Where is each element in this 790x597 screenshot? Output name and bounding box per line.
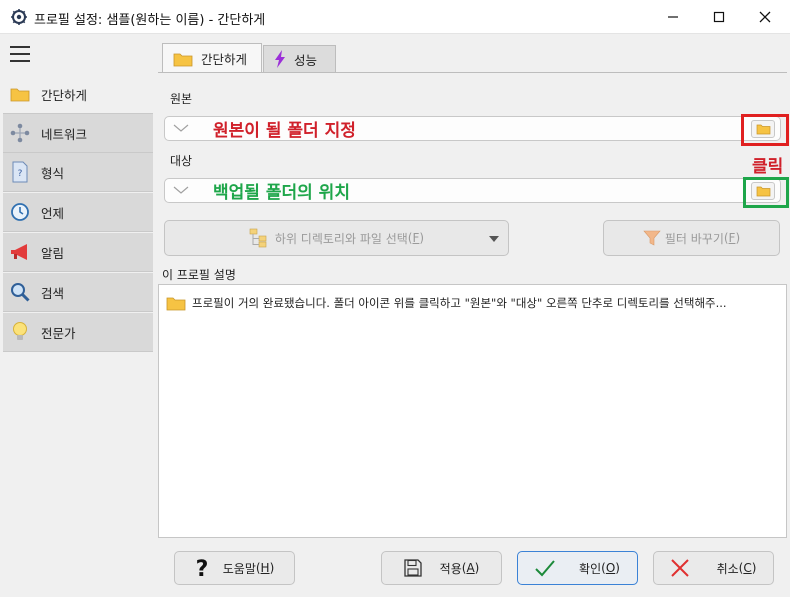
filter-icon — [643, 229, 661, 247]
apply-button[interactable]: 적용(A) — [381, 551, 502, 585]
close-icon — [759, 11, 771, 23]
tab-performance[interactable]: 성능 — [263, 45, 336, 72]
sidebar-item-label: 알림 — [41, 245, 65, 261]
help-label: 도움말 — [222, 561, 256, 576]
sidebar-item-label: 전문가 — [41, 325, 76, 341]
svg-text:?: ? — [18, 169, 23, 179]
help-mnemonic: H — [260, 561, 270, 575]
question-file-icon: ? — [9, 161, 31, 183]
minimize-icon — [668, 16, 678, 18]
help-button[interactable]: ? 도움말(H) — [174, 551, 295, 585]
dropdown-arrow-icon — [489, 236, 499, 242]
apply-mnemonic: A — [466, 561, 475, 575]
target-highlight-box — [743, 177, 789, 208]
click-annotation: 클릭 — [752, 157, 784, 177]
sidebar-item-label: 언제 — [41, 205, 65, 221]
magnifier-icon — [9, 281, 31, 303]
change-filter-mnemonic: F — [728, 231, 736, 245]
lightning-icon — [274, 50, 286, 68]
close-button[interactable] — [742, 0, 788, 34]
window-title: 프로필 설정: 샘플(원하는 이름) - 간단하게 — [34, 13, 266, 28]
lightbulb-icon — [9, 321, 31, 343]
maximize-button[interactable] — [696, 0, 742, 34]
minimize-button[interactable] — [650, 0, 696, 34]
source-combobox[interactable]: 원본이 될 폴더 지정 — [164, 116, 781, 141]
maximize-icon — [713, 11, 725, 23]
description-text: 프로필이 거의 완료됐습니다. 폴더 아이콘 위를 클릭하고 "원본"와 "대상… — [192, 296, 727, 310]
change-filter-label: 필터 바꾸기 — [664, 231, 724, 246]
ok-label: 확인 — [579, 561, 602, 576]
chevron-down-icon — [173, 186, 189, 194]
title-bar: 프로필 설정: 샘플(원하는 이름) - 간단하게 — [0, 0, 790, 34]
hamburger-menu-icon[interactable] — [10, 46, 30, 62]
target-annotation: 백업될 폴더의 위치 — [213, 183, 350, 203]
sidebar-item-network[interactable]: 네트워크 — [3, 114, 153, 153]
target-label: 대상 — [170, 154, 193, 168]
folder-icon — [173, 51, 193, 67]
select-subdirectories-button[interactable]: 하위 디렉토리와 파일 선택(F) — [164, 220, 509, 256]
cancel-label: 취소 — [716, 561, 739, 576]
folder-icon — [9, 83, 31, 105]
source-annotation: 원본이 될 폴더 지정 — [213, 121, 356, 141]
tab-simple[interactable]: 간단하게 — [162, 43, 262, 73]
checkmark-icon — [535, 559, 555, 577]
megaphone-icon — [9, 241, 31, 263]
sidebar-item-when[interactable]: 언제 — [3, 193, 153, 232]
sidebar-item-label: 검색 — [41, 285, 65, 301]
sidebar-item-label: 형식 — [41, 165, 65, 181]
ok-button[interactable]: 확인(O) — [517, 551, 638, 585]
source-label: 원본 — [170, 92, 193, 106]
source-highlight-box — [741, 114, 789, 146]
tab-label: 성능 — [294, 52, 318, 68]
svg-text:?: ? — [195, 557, 208, 580]
sidebar-item-format[interactable]: ? 형식 — [3, 153, 153, 192]
target-combobox[interactable]: 백업될 폴더의 위치 — [164, 178, 781, 203]
select-subdirectories-mnemonic: F — [412, 231, 420, 245]
tab-label: 간단하게 — [201, 52, 248, 67]
description-row: 프로필이 거의 완료됐습니다. 폴더 아이콘 위를 클릭하고 "원본"와 "대상… — [166, 295, 727, 311]
sidebar-item-label: 간단하게 — [41, 87, 88, 103]
cancel-button[interactable]: 취소(C) — [653, 551, 774, 585]
ok-mnemonic: O — [605, 561, 616, 575]
save-disk-icon — [404, 559, 422, 577]
gear-icon — [11, 9, 27, 25]
description-box: 프로필이 거의 완료됐습니다. 폴더 아이콘 위를 클릭하고 "원본"와 "대상… — [158, 284, 787, 538]
sidebar-item-label: 네트워크 — [41, 126, 88, 142]
tree-icon — [249, 228, 271, 248]
cancel-mnemonic: C — [743, 561, 752, 575]
sidebar-item-simple[interactable]: 간단하게 — [3, 75, 153, 114]
clock-icon — [9, 201, 31, 223]
description-label: 이 프로필 설명 — [162, 268, 236, 282]
chevron-down-icon — [173, 124, 189, 132]
sidebar-item-notifications[interactable]: 알림 — [3, 233, 153, 272]
sidebar-item-expert[interactable]: 전문가 — [3, 313, 153, 352]
select-subdirectories-label: 하위 디렉토리와 파일 선택 — [274, 231, 408, 246]
tab-panel-border — [158, 72, 787, 73]
folder-icon — [166, 297, 186, 311]
network-icon — [9, 122, 31, 144]
sidebar: 간단하게 네트워크 ? 형식 언제 알림 검색 전문가 — [3, 35, 154, 597]
x-mark-icon — [670, 559, 689, 577]
apply-label: 적용 — [439, 561, 462, 576]
sidebar-item-search[interactable]: 검색 — [3, 273, 153, 312]
question-mark-icon: ? — [195, 556, 209, 580]
change-filter-button[interactable]: 필터 바꾸기(F) — [603, 220, 780, 256]
